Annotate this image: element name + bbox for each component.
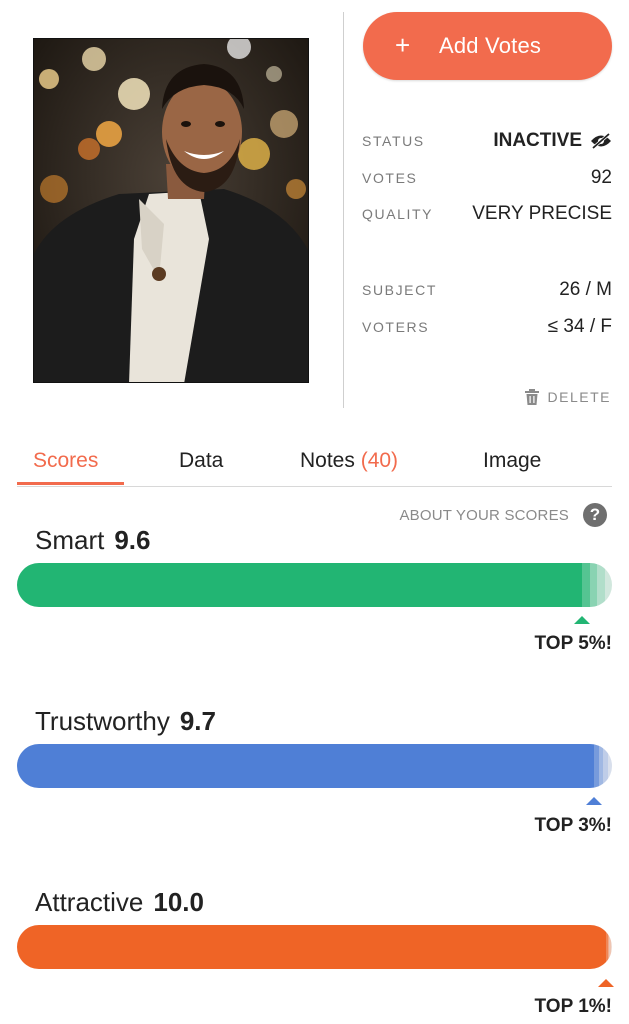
voters-label: VOTERS xyxy=(362,319,430,335)
delete-button[interactable]: DELETE xyxy=(524,389,611,405)
tab-notes[interactable]: Notes (40) xyxy=(300,449,398,473)
score-bar-tail-segment xyxy=(597,563,605,607)
score-bar-fill xyxy=(17,744,595,788)
quality-label: QUALITY xyxy=(362,206,434,222)
percentile-marker-icon xyxy=(598,979,615,987)
tab-bar: Scores Data Notes (40) Image xyxy=(17,440,612,487)
about-scores-link[interactable]: ABOUT YOUR SCORES ? xyxy=(399,503,607,527)
percentile-marker-icon xyxy=(586,797,603,805)
score-bar-fill xyxy=(17,925,607,969)
eye-off-icon xyxy=(590,133,612,149)
trash-icon xyxy=(524,389,539,405)
delete-label: DELETE xyxy=(547,389,611,405)
status-row: STATUS INACTIVE xyxy=(362,130,612,152)
score-bar-tail-segment xyxy=(604,563,612,607)
score-bar-tail-segment xyxy=(589,563,598,607)
metric-title: Smart 9.6 xyxy=(35,525,151,556)
vertical-divider xyxy=(343,12,344,408)
status-label: STATUS xyxy=(362,133,425,149)
percentile-marker-icon xyxy=(574,616,591,624)
notes-count: (40) xyxy=(360,449,399,472)
score-bar xyxy=(17,744,612,788)
votes-label: VOTES xyxy=(362,170,418,186)
subject-value: 26 / M xyxy=(559,279,612,300)
metric-name: Smart xyxy=(35,525,105,555)
profile-photo xyxy=(33,38,309,383)
plus-icon: + xyxy=(395,29,411,60)
tab-data[interactable]: Data xyxy=(179,449,223,473)
votes-row: VOTES 92 xyxy=(362,167,612,189)
metric-title: Trustworthy 9.7 xyxy=(35,706,216,737)
tab-scores[interactable]: Scores xyxy=(33,449,98,473)
score-bar xyxy=(17,563,612,607)
metric-name: Attractive xyxy=(35,887,144,917)
votes-value: 92 xyxy=(590,167,612,188)
percentile-label: TOP 1%! xyxy=(534,996,612,1017)
status-value: INACTIVE xyxy=(493,130,612,152)
add-votes-label: Add Votes xyxy=(439,33,542,58)
help-icon: ? xyxy=(583,503,607,527)
voters-value: ≤ 34 / F xyxy=(547,316,612,337)
active-tab-indicator xyxy=(17,482,124,485)
score-bar xyxy=(17,925,612,969)
score-bar-tail-segment xyxy=(610,925,612,969)
subject-label: SUBJECT xyxy=(362,282,437,298)
metric-title: Attractive 10.0 xyxy=(35,887,204,918)
about-scores-label: ABOUT YOUR SCORES xyxy=(399,506,569,524)
voters-row: VOTERS ≤ 34 / F xyxy=(362,316,612,338)
score-bar-fill xyxy=(17,563,583,607)
score-bar-tail-segment xyxy=(607,744,612,788)
metric-score: 9.7 xyxy=(179,706,216,736)
score-bar-tail-segment xyxy=(582,563,590,607)
tab-image[interactable]: Image xyxy=(483,449,541,473)
add-votes-button[interactable]: + Add Votes xyxy=(363,12,612,80)
metric-score: 10.0 xyxy=(153,887,204,917)
percentile-label: TOP 5%! xyxy=(534,633,612,654)
percentile-label: TOP 3%! xyxy=(534,815,612,836)
metric-score: 9.6 xyxy=(114,525,151,555)
metric-name: Trustworthy xyxy=(35,706,170,736)
quality-value: VERY PRECISE xyxy=(472,203,612,224)
subject-row: SUBJECT 26 / M xyxy=(362,279,612,301)
quality-row: QUALITY VERY PRECISE xyxy=(362,203,612,225)
